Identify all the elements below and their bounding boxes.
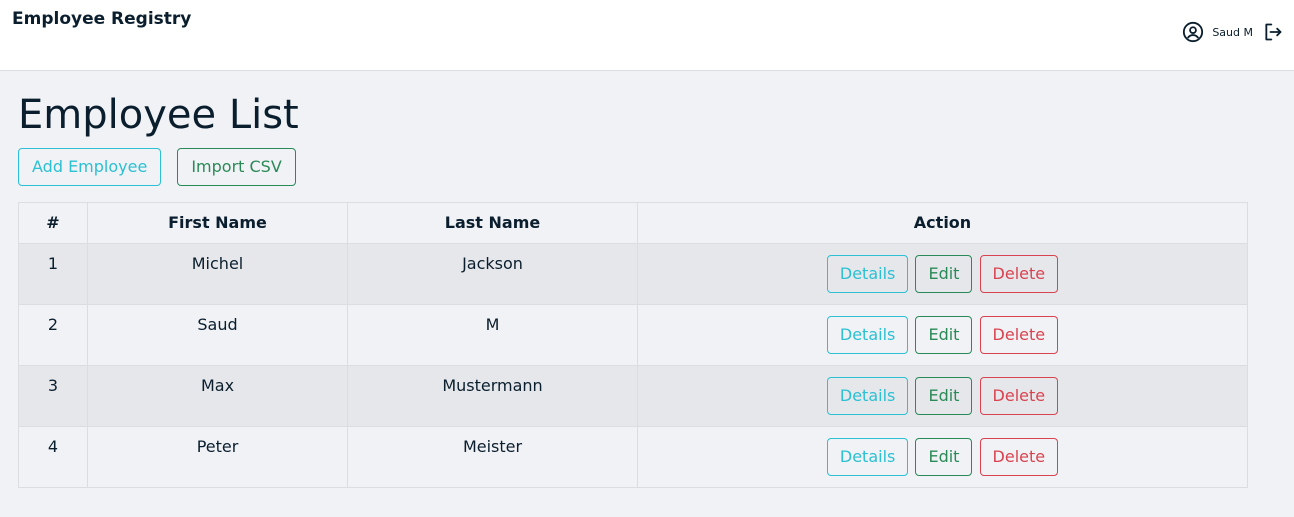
brand-title[interactable]: Employee Registry — [12, 9, 191, 29]
edit-button[interactable]: Edit — [915, 438, 973, 476]
last-name-cell: Meister — [347, 426, 638, 488]
main-content: Employee List Add Employee Import CSV # … — [0, 95, 1294, 488]
row-number: 4 — [18, 426, 88, 488]
top-navbar: Employee Registry Saud M — [0, 0, 1294, 71]
details-button[interactable]: Details — [826, 377, 909, 415]
edit-button[interactable]: Edit — [915, 377, 973, 415]
last-name-cell: Mustermann — [347, 365, 638, 427]
user-name[interactable]: Saud M — [1212, 26, 1253, 39]
employee-table: # First Name Last Name Action 1 Michel J… — [18, 202, 1248, 488]
column-header-action: Action — [637, 202, 1248, 244]
action-cell: Details Edit Delete — [637, 243, 1248, 305]
first-name-cell: Peter — [87, 426, 348, 488]
import-csv-button[interactable]: Import CSV — [177, 148, 296, 186]
column-header-last-name: Last Name — [347, 202, 638, 244]
table-row: 3 Max Mustermann Details Edit Delete — [18, 365, 1248, 427]
row-number: 2 — [18, 304, 88, 366]
action-cell: Details Edit Delete — [637, 426, 1248, 488]
details-button[interactable]: Details — [826, 316, 909, 354]
first-name-cell: Michel — [87, 243, 348, 305]
last-name-cell: M — [347, 304, 638, 366]
details-button[interactable]: Details — [826, 255, 909, 293]
table-header-row: # First Name Last Name Action — [18, 202, 1248, 244]
details-button[interactable]: Details — [826, 438, 909, 476]
delete-button[interactable]: Delete — [979, 255, 1059, 293]
last-name-cell: Jackson — [347, 243, 638, 305]
table-row: 2 Saud M Details Edit Delete — [18, 304, 1248, 366]
column-header-first-name: First Name — [87, 202, 348, 244]
page-title: Employee List — [18, 92, 299, 138]
first-name-cell: Max — [87, 365, 348, 427]
logout-icon[interactable] — [1263, 22, 1283, 42]
delete-button[interactable]: Delete — [979, 316, 1059, 354]
add-employee-button[interactable]: Add Employee — [18, 148, 162, 186]
edit-button[interactable]: Edit — [915, 316, 973, 354]
table-row: 4 Peter Meister Details Edit Delete — [18, 426, 1248, 488]
user-circle-icon[interactable] — [1182, 21, 1204, 43]
table-row: 1 Michel Jackson Details Edit Delete — [18, 243, 1248, 305]
delete-button[interactable]: Delete — [979, 377, 1059, 415]
action-cell: Details Edit Delete — [637, 365, 1248, 427]
row-number: 1 — [18, 243, 88, 305]
row-number: 3 — [18, 365, 88, 427]
edit-button[interactable]: Edit — [915, 255, 973, 293]
delete-button[interactable]: Delete — [979, 438, 1059, 476]
user-area: Saud M — [1182, 21, 1283, 43]
action-cell: Details Edit Delete — [637, 304, 1248, 366]
first-name-cell: Saud — [87, 304, 348, 366]
list-actions: Add Employee Import CSV — [18, 148, 1276, 186]
column-header-number: # — [18, 202, 88, 244]
